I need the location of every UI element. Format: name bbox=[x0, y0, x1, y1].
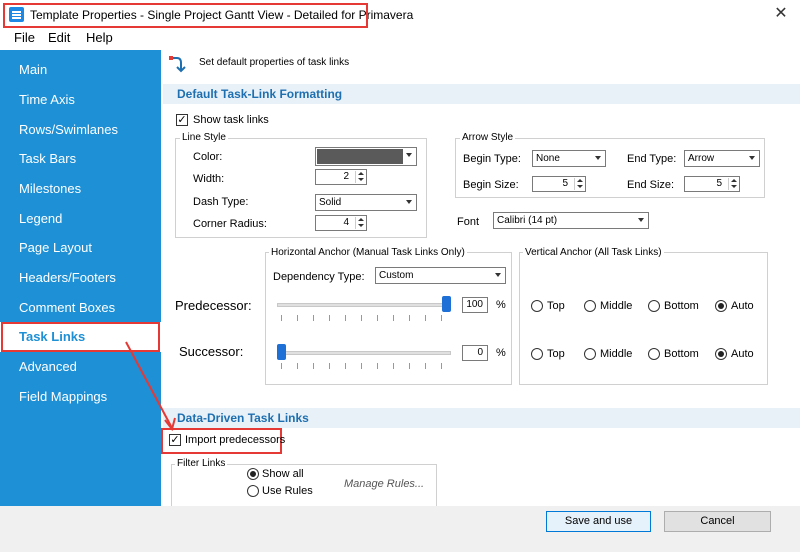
red-arrow-annotation bbox=[125, 341, 176, 432]
save-and-use-button[interactable]: Save and use bbox=[546, 511, 651, 532]
cancel-button[interactable]: Cancel bbox=[664, 511, 771, 532]
bottom-bar: Save and use Cancel bbox=[0, 506, 800, 552]
